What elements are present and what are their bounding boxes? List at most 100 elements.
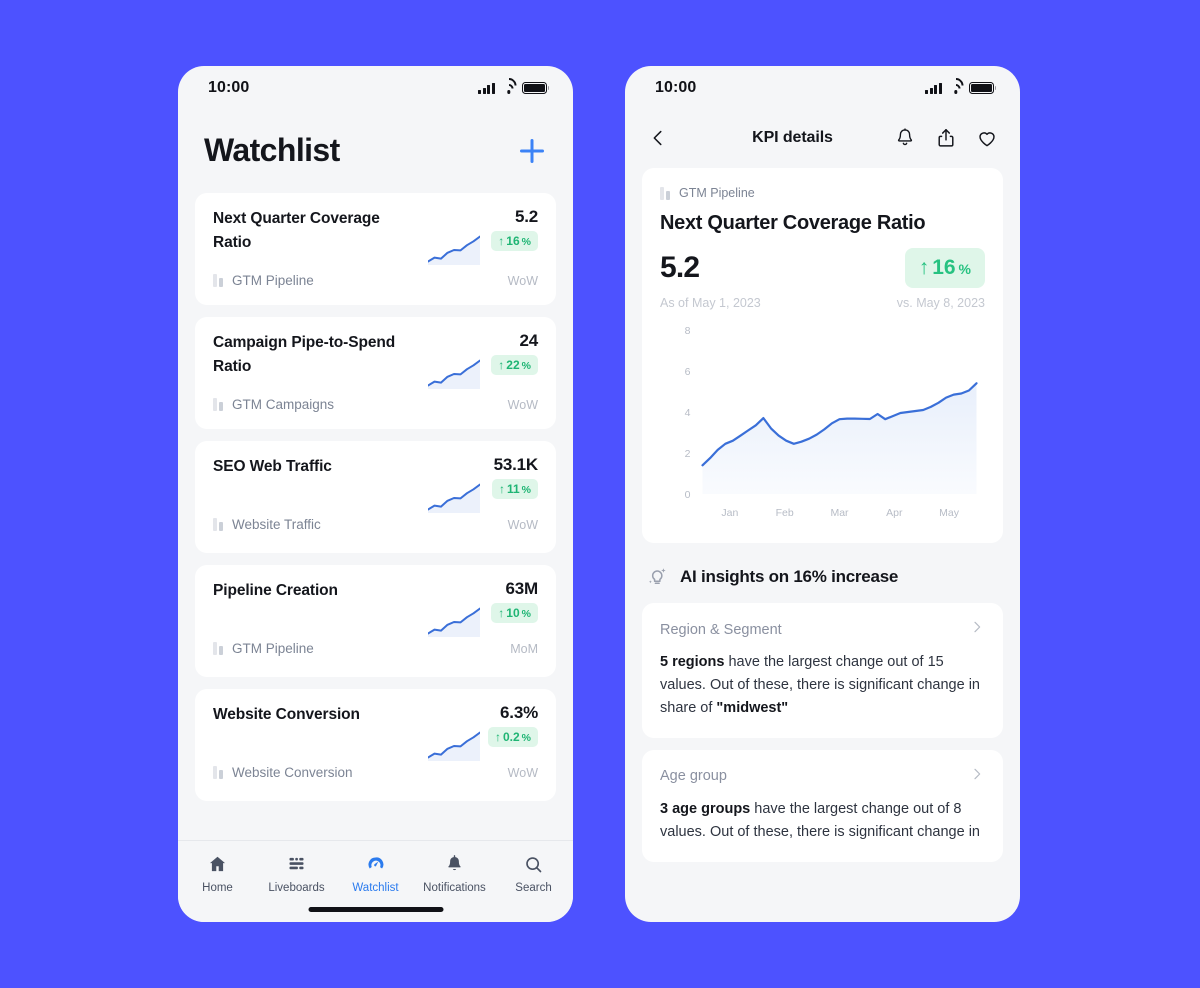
- search-icon: [523, 853, 544, 875]
- kpi-card[interactable]: Next Quarter Coverage Ratio 5.2 ↑ 16% GTM P…: [195, 193, 556, 305]
- svg-text:Jan: Jan: [721, 507, 738, 519]
- kpi-card[interactable]: SEO Web Traffic 53.1K ↑ 11% Website Traffic…: [195, 441, 556, 553]
- delta-value: 10: [506, 606, 520, 620]
- kpi-name: SEO Web Traffic: [213, 458, 332, 475]
- chevron-right-icon[interactable]: [969, 619, 985, 640]
- delta-unit: %: [521, 236, 531, 248]
- chevron-left-icon[interactable]: [647, 127, 669, 149]
- kpi-source: GTM Campaigns: [213, 397, 334, 412]
- insight-header: Region & Segment: [660, 619, 985, 640]
- dataset-icon: [660, 186, 670, 200]
- kpi-value: 63M: [505, 579, 539, 598]
- lightbulb-sparkle-icon: [649, 568, 666, 584]
- kpi-period: MoM: [510, 641, 538, 656]
- kpi-card-top: SEO Web Traffic 53.1K ↑ 11%: [213, 455, 538, 499]
- delta-unit: %: [521, 608, 531, 620]
- insight-card[interactable]: Age group 3 age groups have the largest c…: [642, 749, 1003, 862]
- kpi-period: WoW: [507, 517, 538, 532]
- kpi-sparkline: [427, 481, 481, 513]
- status-time: 10:00: [208, 79, 250, 96]
- kpi-card[interactable]: Campaign Pipe-to-Spend Ratio 24 ↑ 22% GTM C…: [195, 317, 556, 429]
- delta-arrow-icon: ↑: [498, 482, 505, 496]
- kpi-value: 5.2: [514, 207, 538, 226]
- home-icon: [207, 853, 228, 875]
- kpi-source-label: GTM Campaigns: [232, 397, 335, 413]
- page-title: Watchlist: [204, 132, 340, 168]
- battery-icon: [522, 82, 550, 94]
- svg-text:Feb: Feb: [776, 507, 794, 519]
- delta-unit: %: [958, 261, 971, 277]
- kpi-delta-badge: ↑ 10%: [491, 603, 538, 623]
- share-icon[interactable]: [935, 126, 957, 150]
- phone-kpi-details: 10:00 KPI details GTM Pipeline Next Quar…: [625, 66, 1020, 922]
- tab-label: Search: [515, 882, 552, 894]
- kpi-period: WoW: [507, 397, 538, 412]
- kpi-card-right: 53.1K ↑ 11%: [491, 455, 538, 499]
- kpi-card-right: 6.3% ↑ 0.2%: [487, 703, 538, 747]
- heart-icon[interactable]: [976, 126, 998, 150]
- dataset-icon: [213, 642, 223, 655]
- kpi-name: Campaign Pipe-to-Spend Ratio: [213, 334, 396, 376]
- kpi-summary-card[interactable]: GTM Pipeline Next Quarter Coverage Ratio…: [642, 168, 1003, 543]
- tab-watchlist[interactable]: Watchlist: [336, 853, 415, 894]
- watchlist-list: Next Quarter Coverage Ratio 5.2 ↑ 16% GTM P…: [178, 193, 573, 801]
- kpi-card[interactable]: Website Conversion 6.3% ↑ 0.2% Website Conv…: [195, 689, 556, 801]
- delta-value: 16: [506, 234, 520, 248]
- kpi-source: GTM Pipeline: [213, 641, 314, 656]
- kpi-compare-to: vs. May 8, 2023: [896, 296, 985, 310]
- status-bar: 10:00: [178, 66, 573, 110]
- insight-highlight: 5 regions: [660, 654, 725, 670]
- watchlist-header: Watchlist: [178, 110, 573, 193]
- kpi-card-right: 63M ↑ 10%: [491, 579, 538, 623]
- screenshot-stage: 10:00 Watchlist Next Quarter Coverage Ra…: [0, 0, 1200, 988]
- kpi-source: GTM Pipeline: [660, 186, 985, 200]
- tab-home[interactable]: Home: [178, 853, 257, 894]
- kpi-source-label: Website Traffic: [232, 517, 321, 532]
- kpi-delta-badge: ↑ 16 %: [904, 248, 985, 288]
- kpi-delta-badge: ↑ 0.2%: [487, 727, 538, 747]
- kpi-card[interactable]: Pipeline Creation 63M ↑ 10% GTM Pipeline MoM: [195, 565, 556, 677]
- status-bar: 10:00: [625, 66, 1020, 110]
- kpi-card-top: Website Conversion 6.3% ↑ 0.2%: [213, 703, 538, 747]
- tab-search[interactable]: Search: [494, 853, 573, 894]
- delta-arrow-icon: ↑: [498, 358, 505, 372]
- kpi-card-top: Pipeline Creation 63M ↑ 10%: [213, 579, 538, 623]
- cellular-signal-icon: [925, 82, 942, 94]
- detail-scroll-area[interactable]: GTM Pipeline Next Quarter Coverage Ratio…: [625, 168, 1020, 880]
- bell-icon[interactable]: [894, 126, 916, 150]
- delta-arrow-icon: ↑: [494, 730, 501, 744]
- kpi-source: Website Traffic: [213, 517, 321, 532]
- ai-insights-header: AI insights on 16% increase: [642, 543, 1003, 603]
- kpi-name: Next Quarter Coverage Ratio: [213, 210, 380, 252]
- liveboards-icon: [286, 853, 307, 875]
- chevron-right-icon[interactable]: [969, 766, 985, 787]
- insight-header: Age group: [660, 766, 985, 787]
- kpi-as-of: As of May 1, 2023: [660, 296, 761, 310]
- detail-nav-bar: KPI details: [625, 110, 1020, 168]
- add-kpi-button[interactable]: [517, 136, 547, 166]
- kpi-card-footer: GTM Campaigns WoW: [213, 379, 538, 412]
- insight-highlight: 3 age groups: [660, 800, 751, 817]
- dataset-icon: [213, 398, 223, 412]
- delta-unit: %: [521, 360, 531, 372]
- kpi-source: Website Conversion: [213, 765, 353, 780]
- wifi-icon: [497, 74, 520, 96]
- kpi-card-right: 5.2 ↑ 16%: [491, 207, 538, 251]
- kpi-delta-badge: ↑ 22%: [491, 355, 538, 375]
- kpi-source-label: GTM Pipeline: [232, 273, 314, 289]
- insight-category: Region & Segment: [660, 621, 782, 638]
- cellular-signal-icon: [478, 82, 495, 94]
- kpi-trend-chart[interactable]: 0 2 4 6 8 Jan Feb Mar Apr May: [660, 324, 985, 529]
- nav-actions: [894, 126, 998, 150]
- insight-card[interactable]: Region & Segment 5 regions have the large…: [642, 603, 1003, 738]
- bell-icon: [444, 853, 465, 875]
- tab-label: Home: [202, 882, 233, 894]
- kpi-card-footer: Website Traffic WoW: [213, 499, 538, 532]
- trend-chart-svg: 0 2 4 6 8 Jan Feb Mar Apr May: [685, 325, 978, 519]
- tab-liveboards[interactable]: Liveboards: [257, 853, 336, 894]
- kpi-sparkline: [427, 729, 481, 761]
- tab-notifications[interactable]: Notifications: [415, 853, 494, 894]
- kpi-sparkline: [427, 357, 481, 389]
- delta-value: 11: [506, 482, 520, 496]
- svg-text:2: 2: [685, 448, 691, 460]
